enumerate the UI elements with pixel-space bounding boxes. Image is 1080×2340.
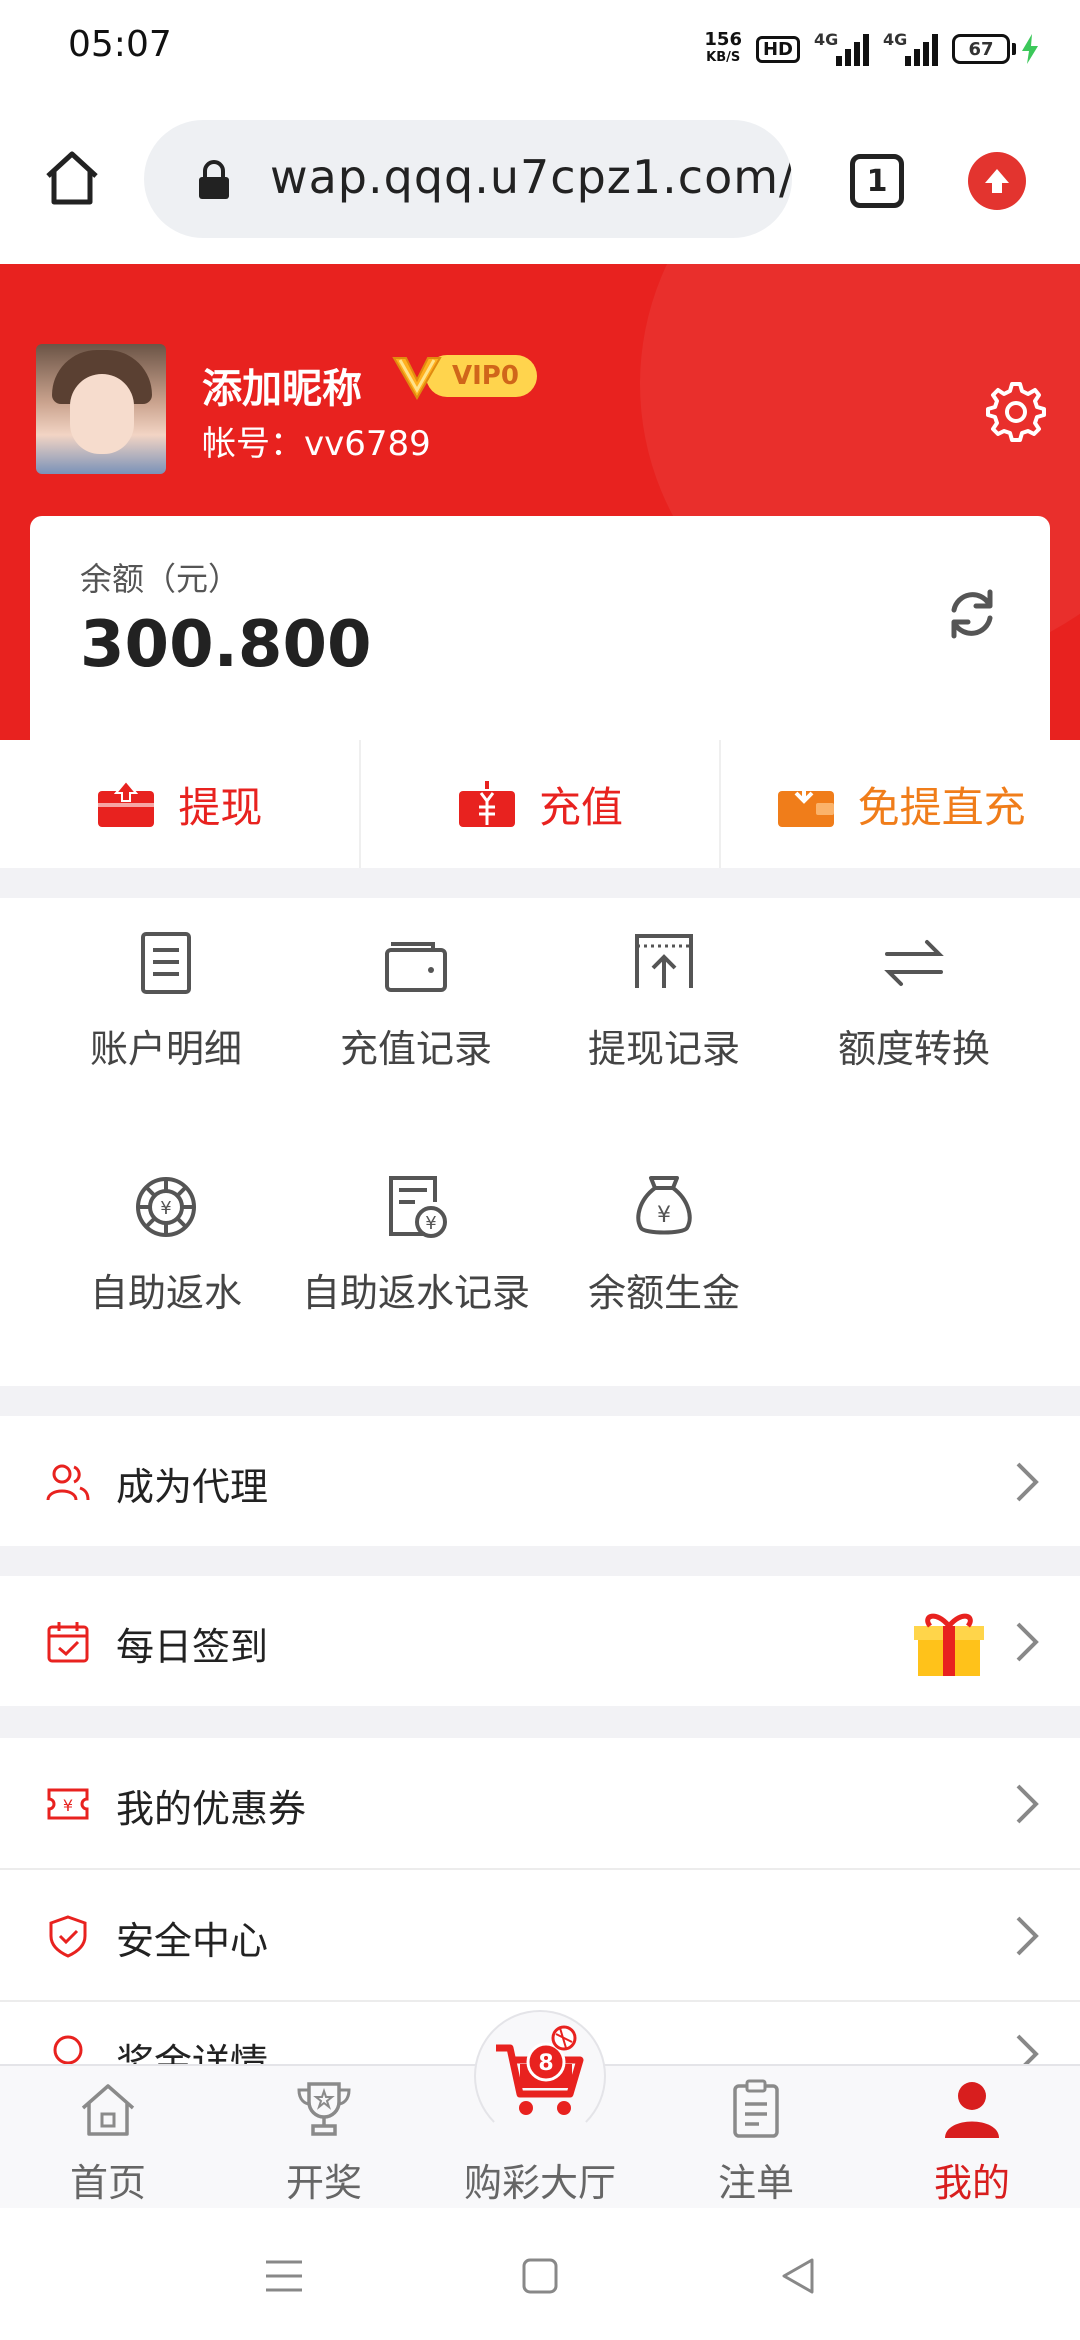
tab-bets[interactable]: 注单 <box>648 2066 864 2210</box>
profile-header: 添加昵称 VIP0 帐号：vv6789 余额（元） 300.800 <box>0 264 1080 740</box>
home-icon[interactable] <box>40 146 104 210</box>
menu-label: 我的优惠券 <box>116 1787 307 1831</box>
svg-text:¥: ¥ <box>160 1198 171 1219</box>
home-button-icon[interactable] <box>518 2254 562 2298</box>
chevron-right-icon <box>1016 1622 1039 1662</box>
menu-item-security-center[interactable]: 安全中心 <box>0 1870 1080 2000</box>
chevron-right-icon <box>1016 2034 1039 2064</box>
home-icon <box>81 2084 135 2136</box>
address-bar[interactable]: wap.qqq.u7cpz1.com/v <box>144 120 792 238</box>
menu-item-become-agent[interactable]: 成为代理 <box>0 1416 1080 1546</box>
avatar[interactable] <box>36 344 166 474</box>
hd-icon: HD <box>755 35 800 63</box>
status-time: 05:07 <box>68 24 172 65</box>
menu-label: 每日签到 <box>116 1625 269 1669</box>
menu-label: 成为代理 <box>116 1465 269 1509</box>
chevron-right-icon <box>1016 1462 1039 1502</box>
deposit-icon <box>459 781 515 827</box>
menu-label: 奖金详情 <box>116 2041 269 2064</box>
list-doc-icon <box>141 932 191 994</box>
status-bar: 05:07 156 KB/S HD 4G 4G 67 <box>0 0 1080 96</box>
direct-deposit-button[interactable]: 免提直充 <box>721 740 1080 868</box>
url-text[interactable]: wap.qqq.u7cpz1.com/v <box>270 150 792 204</box>
browser-toolbar: wap.qqq.u7cpz1.com/v 1 <box>0 96 1080 264</box>
tab-me[interactable]: 我的 <box>864 2066 1080 2210</box>
wallet-icon <box>385 942 447 992</box>
shield-icon <box>49 1915 87 1958</box>
vip-crown-icon <box>392 357 442 401</box>
tab-switcher-button[interactable]: 1 <box>850 154 904 208</box>
settings-gear-icon[interactable] <box>984 380 1046 442</box>
direct-deposit-label: 免提直充 <box>857 782 1026 832</box>
svg-text:¥: ¥ <box>63 1796 73 1815</box>
withdraw-icon <box>98 779 155 827</box>
balance-label: 余额（元） <box>80 560 241 598</box>
arrow-up-icon <box>985 169 1009 193</box>
award-icon <box>53 2035 83 2064</box>
tab-home[interactable]: 首页 <box>0 2066 216 2210</box>
coupon-icon: ¥ <box>47 1788 89 1820</box>
withdraw-label: 提现 <box>178 782 263 832</box>
gift-icon <box>914 1613 984 1676</box>
withdraw-button[interactable]: 提现 <box>0 740 361 868</box>
account-id: 帐号：vv6789 <box>202 424 431 464</box>
grid-item-deposit-records[interactable]: 充值记录 <box>296 898 536 1078</box>
user-icon <box>945 2082 999 2138</box>
signal-icon: 4G <box>814 30 869 66</box>
feature-grid: 账户明细 充值记录 提现记录 额度转换 ¥ 自助返水 ¥ 自助返水记录 ¥ 余额… <box>0 898 1080 1386</box>
bottom-tab-bar: 首页 开奖 8 购彩大厅 注单 我的 <box>0 2010 1080 2210</box>
grid-item-self-rebate-records[interactable]: ¥ 自助返水记录 <box>296 1142 536 1322</box>
users-icon <box>46 1464 90 1501</box>
trophy-icon <box>297 2082 351 2136</box>
tab-lottery-hall[interactable]: 购彩大厅 <box>432 2066 648 2210</box>
doc-yen-icon: ¥ <box>389 1176 447 1238</box>
signal-icon-2: 4G <box>883 30 938 66</box>
menu-item-my-coupons[interactable]: ¥ 我的优惠券 <box>0 1738 1080 1868</box>
menu-icon[interactable] <box>262 2254 306 2298</box>
grid-item-account-details[interactable]: 账户明细 <box>46 898 286 1078</box>
refresh-icon[interactable] <box>944 586 1000 642</box>
system-nav-bar <box>0 2208 1080 2340</box>
quick-actions: 提现 充值 免提直充 <box>0 740 1080 868</box>
vip-badge: VIP0 <box>390 352 537 401</box>
money-bag-icon: ¥ <box>636 1176 692 1235</box>
deposit-label: 充值 <box>539 782 624 832</box>
grid-item-withdraw-records[interactable]: 提现记录 <box>544 898 784 1078</box>
net-speed: 156 KB/S <box>704 29 742 66</box>
balance-value: 300.800 <box>80 608 372 682</box>
grid-item-balance-interest[interactable]: ¥ 余额生金 <box>544 1142 784 1322</box>
lock-icon <box>199 160 229 199</box>
deposit-button[interactable]: 充值 <box>361 740 722 868</box>
upload-box-icon <box>635 934 693 988</box>
svg-text:¥: ¥ <box>425 1213 436 1234</box>
svg-text:¥: ¥ <box>657 1203 671 1228</box>
update-button[interactable] <box>968 152 1026 210</box>
direct-deposit-icon <box>777 781 834 827</box>
menu-label: 安全中心 <box>116 1919 269 1963</box>
menu-item-daily-checkin[interactable]: 每日签到 <box>0 1576 1080 1706</box>
grid-item-credit-transfer[interactable]: 额度转换 <box>794 898 1034 1078</box>
battery-icon: 67 <box>952 34 1040 64</box>
grid-item-self-rebate[interactable]: ¥ 自助返水 <box>46 1142 286 1322</box>
chevron-right-icon <box>1016 1784 1039 1824</box>
balance-card: 余额（元） 300.800 <box>30 516 1050 740</box>
back-icon[interactable] <box>776 2254 820 2298</box>
clipboard-icon <box>733 2079 779 2138</box>
transfer-icon <box>884 940 944 986</box>
nickname[interactable]: 添加昵称 <box>202 356 362 414</box>
calendar-check-icon <box>47 1622 89 1663</box>
chip-icon: ¥ <box>136 1177 196 1237</box>
chevron-right-icon <box>1016 1916 1039 1956</box>
tab-lottery-results[interactable]: 开奖 <box>216 2066 432 2210</box>
